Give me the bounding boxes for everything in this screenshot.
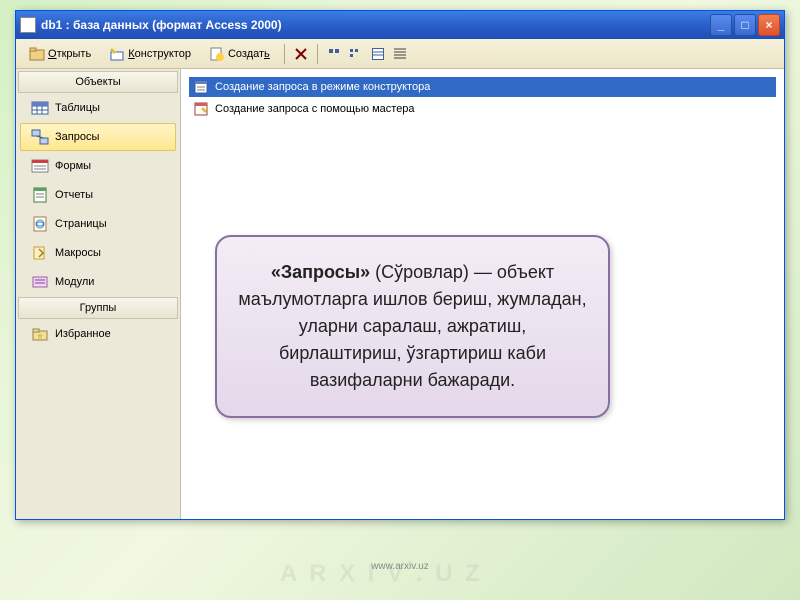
sidebar-item-queries[interactable]: Запросы — [20, 123, 176, 151]
sidebar: Объекты Таблицы Запросы Формы — [16, 69, 181, 519]
create-query-wizard-item[interactable]: Создание запроса с помощью мастера — [189, 99, 776, 119]
open-button[interactable]: Открыть — [22, 43, 98, 65]
sidebar-item-tables[interactable]: Таблицы — [20, 94, 176, 122]
sidebar-item-label: Страницы — [55, 218, 107, 230]
window-title: db1 : база данных (формат Access 2000) — [41, 18, 710, 32]
delete-icon[interactable] — [294, 47, 308, 61]
open-icon — [29, 46, 45, 62]
form-icon — [31, 158, 49, 174]
create-button[interactable]: Создать — [202, 43, 277, 65]
toolbar-separator — [317, 44, 318, 64]
explanation-callout: «Запросы» (Сўровлар) — объект маълумотла… — [215, 235, 610, 418]
sidebar-item-label: Модули — [55, 276, 94, 288]
toolbar-separator — [284, 44, 285, 64]
sidebar-item-label: Формы — [55, 160, 91, 172]
create-query-design-item[interactable]: Создание запроса в режиме конструктора — [189, 77, 776, 97]
design-label: Конструктор — [128, 48, 191, 60]
maximize-button[interactable]: □ — [734, 14, 756, 36]
sidebar-item-reports[interactable]: Отчеты — [20, 181, 176, 209]
design-button[interactable]: Конструктор — [102, 43, 198, 65]
page-icon — [31, 216, 49, 232]
list-item-label: Создание запроса в режиме конструктора — [215, 81, 430, 93]
sidebar-item-forms[interactable]: Формы — [20, 152, 176, 180]
details-view-icon[interactable] — [393, 47, 407, 61]
create-icon — [209, 46, 225, 62]
sidebar-item-label: Отчеты — [55, 189, 93, 201]
sidebar-item-label: Избранное — [55, 328, 111, 340]
sidebar-item-macros[interactable]: Макросы — [20, 239, 176, 267]
close-button[interactable]: × — [758, 14, 780, 36]
sidebar-item-favorites[interactable]: Избранное — [20, 320, 176, 348]
sidebar-header-objects[interactable]: Объекты — [18, 71, 178, 93]
sidebar-item-modules[interactable]: Модули — [20, 268, 176, 296]
toolbar: Открыть Конструктор Создать — [16, 39, 784, 69]
wizard-icon — [193, 101, 209, 117]
sidebar-item-label: Запросы — [55, 131, 99, 143]
minimize-button[interactable]: _ — [710, 14, 732, 36]
module-icon — [31, 274, 49, 290]
callout-text: «Запросы» (Сўровлар) — объект маълумотла… — [238, 262, 586, 390]
titlebar: db1 : база данных (формат Access 2000) _… — [16, 11, 784, 39]
small-icons-view-icon[interactable] — [349, 47, 363, 61]
macro-icon — [31, 245, 49, 261]
design-icon — [109, 46, 125, 62]
open-label: Открыть — [48, 48, 91, 60]
favorites-icon — [31, 326, 49, 342]
sidebar-item-label: Таблицы — [55, 102, 100, 114]
large-icons-view-icon[interactable] — [327, 47, 341, 61]
list-item-label: Создание запроса с помощью мастера — [215, 103, 415, 115]
sidebar-item-pages[interactable]: Страницы — [20, 210, 176, 238]
sidebar-item-label: Макросы — [55, 247, 101, 259]
footer-url: www.arxiv.uz — [371, 561, 429, 572]
create-label: Создать — [228, 48, 270, 60]
app-icon — [20, 17, 36, 33]
sidebar-header-groups[interactable]: Группы — [18, 297, 178, 319]
list-view-icon[interactable] — [371, 47, 385, 61]
report-icon — [31, 187, 49, 203]
table-icon — [31, 100, 49, 116]
query-icon — [31, 129, 49, 145]
wizard-icon — [193, 79, 209, 95]
window-controls: _ □ × — [710, 14, 780, 36]
